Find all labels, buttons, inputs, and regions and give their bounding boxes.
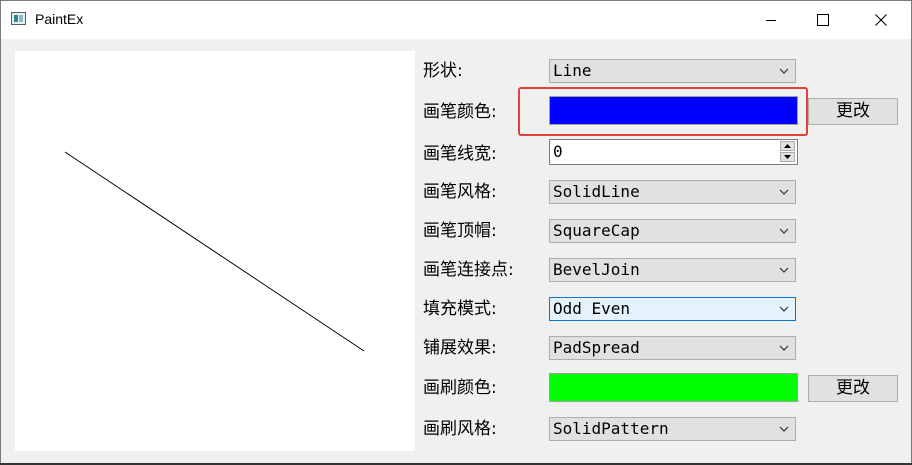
close-button[interactable] [858,1,904,39]
pen-width-value: 0 [553,142,563,161]
chevron-down-icon [779,68,789,74]
minimize-icon [766,20,776,21]
spread-label: 铺展效果: [423,338,497,358]
drawn-line [64,151,365,352]
maximize-icon [817,14,829,26]
pen-style-combo[interactable]: SolidLine [549,180,796,204]
shape-label: 形状: [423,61,463,81]
chevron-down-icon [779,306,789,312]
window-title: PaintEx [35,11,84,27]
close-icon [875,14,887,26]
pen-cap-value: SquareCap [553,221,640,240]
pen-width-label: 画笔线宽: [423,144,497,164]
pen-color-change-button[interactable]: 更改 [808,98,898,125]
brush-color-change-button[interactable]: 更改 [808,375,898,402]
chevron-down-icon [779,189,789,195]
pen-width-spinbox[interactable]: 0 [549,139,798,165]
fill-mode-combo[interactable]: Odd Even [549,297,796,321]
brush-color-swatch [549,373,798,402]
app-icon [11,12,26,25]
pen-style-label: 画笔风格: [423,182,497,202]
pen-color-swatch [549,96,798,125]
brush-style-value: SolidPattern [553,419,669,438]
pen-join-combo[interactable]: BevelJoin [549,258,796,282]
paintex-window: PaintEx 形状: Line 画笔颜色: 更改 画笔线宽: 0 画笔风格: … [0,0,912,465]
paint-canvas[interactable] [15,51,415,451]
spread-combo[interactable]: PadSpread [549,336,796,360]
chevron-down-icon [779,345,789,351]
spin-down-button[interactable] [780,152,795,162]
pen-join-value: BevelJoin [553,260,640,279]
pen-join-label: 画笔连接点: [423,260,514,280]
fill-mode-value: Odd Even [553,299,631,318]
brush-style-combo[interactable]: SolidPattern [549,417,796,441]
spread-value: PadSpread [553,338,640,357]
fill-mode-label: 填充模式: [423,299,497,319]
arrow-up-icon [784,144,791,148]
shape-combo[interactable]: Line [549,59,796,83]
pen-style-value: SolidLine [553,182,640,201]
title-bar[interactable]: PaintEx [1,1,911,39]
brush-style-label: 画刷风格: [423,419,497,439]
minimize-button[interactable] [748,1,794,39]
pen-cap-combo[interactable]: SquareCap [549,219,796,243]
pen-color-label: 画笔颜色: [423,102,497,122]
brush-color-label: 画刷颜色: [423,378,497,398]
spin-up-button[interactable] [780,141,795,151]
arrow-down-icon [784,155,791,159]
pen-cap-label: 画笔顶帽: [423,221,497,241]
chevron-down-icon [779,267,789,273]
maximize-button[interactable] [800,1,846,39]
chevron-down-icon [779,426,789,432]
shape-value: Line [553,61,592,80]
chevron-down-icon [779,228,789,234]
